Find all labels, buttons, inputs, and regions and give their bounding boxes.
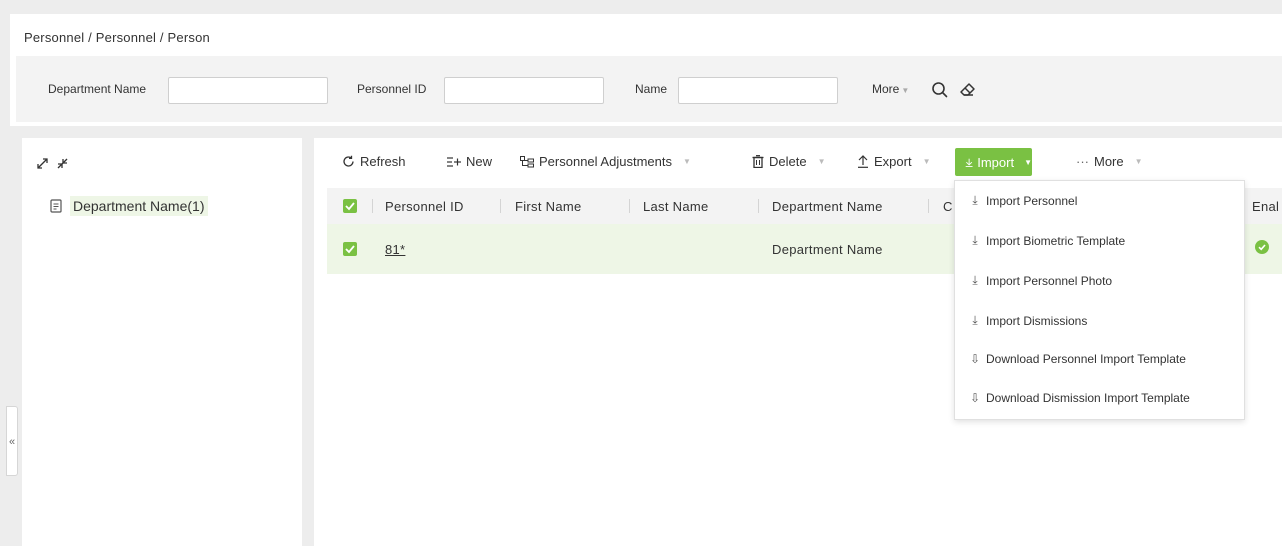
column-separator bbox=[758, 199, 759, 213]
menu-item-import-biometric-template[interactable]: ⤓ Import Biometric Template bbox=[969, 233, 1125, 248]
search-button[interactable] bbox=[928, 78, 952, 102]
name-label: Name bbox=[635, 82, 668, 96]
column-header-personnel-id[interactable]: Personnel ID bbox=[385, 199, 464, 214]
caret-down-icon: ▼ bbox=[901, 86, 910, 95]
expand-collapse-all[interactable] bbox=[34, 152, 74, 172]
personnel-id-link[interactable]: 81* bbox=[385, 242, 405, 257]
collapse-icon bbox=[57, 158, 68, 169]
hierarchy-icon bbox=[520, 155, 534, 167]
eraser-icon bbox=[960, 83, 975, 96]
row-checkbox[interactable] bbox=[343, 242, 357, 256]
new-button[interactable]: New bbox=[447, 154, 492, 169]
filter-bar: Department Name Personnel ID Name More ▼ bbox=[16, 56, 1282, 122]
name-input[interactable] bbox=[678, 77, 838, 104]
refresh-icon bbox=[343, 155, 354, 167]
column-header-first-name[interactable]: First Name bbox=[515, 199, 582, 214]
column-separator bbox=[629, 199, 630, 213]
menu-item-label: Import Dismissions bbox=[986, 313, 1088, 328]
caret-down-icon: ▼ bbox=[1134, 157, 1143, 166]
import-label: Import bbox=[977, 154, 1015, 170]
tree-item-department[interactable]: Department Name(1) bbox=[50, 196, 208, 216]
department-tree-panel: Department Name(1) bbox=[22, 138, 302, 546]
refresh-button[interactable]: Refresh bbox=[342, 154, 406, 169]
upload-icon bbox=[858, 155, 868, 168]
checkmark-icon bbox=[345, 202, 355, 211]
menu-item-label: Import Biometric Template bbox=[986, 233, 1126, 248]
double-chevron-left-icon: « bbox=[8, 436, 16, 448]
import-icon: ⤓ bbox=[972, 313, 978, 327]
check-circle-icon bbox=[1258, 244, 1266, 251]
download-icon: ⇩ bbox=[969, 391, 981, 405]
expand-icon bbox=[37, 158, 48, 169]
caret-down-icon: ▼ bbox=[922, 157, 931, 166]
caret-down-icon: ▼ bbox=[817, 157, 826, 166]
menu-item-label: Import Personnel Photo bbox=[986, 273, 1113, 288]
personnel-adjustments-button[interactable]: Personnel Adjustments ▼ bbox=[520, 154, 691, 169]
import-icon: ⤓ bbox=[972, 233, 978, 247]
caret-down-icon: ▼ bbox=[682, 157, 691, 166]
top-panel: Personnel / Personnel / Person Departmen… bbox=[10, 14, 1282, 126]
download-icon bbox=[965, 158, 973, 167]
download-icon: ⇩ bbox=[969, 352, 981, 366]
new-label: New bbox=[466, 154, 493, 169]
import-icon: ⤓ bbox=[972, 273, 978, 287]
column-separator bbox=[372, 199, 373, 213]
personnel-id-input[interactable] bbox=[444, 77, 604, 104]
personnel-id-label: Personnel ID bbox=[357, 82, 427, 96]
column-header-department-name[interactable]: Department Name bbox=[772, 199, 883, 214]
export-label: Export bbox=[874, 154, 912, 169]
add-list-icon bbox=[447, 156, 461, 167]
import-dropdown-menu: ⤓ Import Personnel ⤓ Import Biometric Te… bbox=[954, 180, 1245, 420]
menu-item-label: Download Dismission Import Template bbox=[986, 391, 1190, 405]
import-icon: ⤓ bbox=[972, 193, 978, 207]
menu-item-import-personnel[interactable]: ⤓ Import Personnel bbox=[969, 193, 1077, 208]
more-filters-label: More bbox=[872, 82, 900, 96]
column-header-enabled[interactable]: Enal bbox=[1252, 199, 1279, 214]
menu-item-download-personnel-template[interactable]: ⇩ Download Personnel Import Template bbox=[969, 352, 1186, 366]
more-actions-label: More bbox=[1094, 154, 1124, 169]
caret-down-icon: ▼ bbox=[1024, 157, 1032, 167]
export-button[interactable]: Export ▼ bbox=[857, 154, 931, 169]
menu-item-label: Import Personnel bbox=[986, 193, 1078, 208]
document-icon bbox=[50, 199, 62, 213]
delete-label: Delete bbox=[769, 154, 807, 169]
menu-item-import-dismissions[interactable]: ⤓ Import Dismissions bbox=[969, 313, 1087, 328]
checkmark-icon bbox=[345, 245, 355, 254]
department-name-label: Department Name bbox=[48, 82, 147, 96]
import-button[interactable]: Import ▼ bbox=[955, 148, 1032, 176]
delete-button[interactable]: Delete ▼ bbox=[752, 154, 826, 169]
select-all-checkbox[interactable] bbox=[343, 199, 357, 213]
refresh-label: Refresh bbox=[360, 154, 406, 169]
department-name-input[interactable] bbox=[168, 77, 328, 104]
search-icon bbox=[932, 82, 948, 98]
department-name-cell: Department Name bbox=[772, 242, 883, 257]
column-separator bbox=[928, 199, 929, 213]
clear-filters-button[interactable] bbox=[956, 78, 980, 102]
ellipsis-icon: ··· bbox=[1076, 154, 1089, 169]
trash-icon bbox=[752, 155, 764, 168]
breadcrumb: Personnel / Personnel / Person bbox=[24, 30, 210, 45]
menu-item-download-dismission-template[interactable]: ⇩ Download Dismission Import Template bbox=[969, 391, 1190, 405]
menu-item-label: Download Personnel Import Template bbox=[986, 352, 1186, 366]
column-separator bbox=[500, 199, 501, 213]
enabled-status-icon bbox=[1255, 240, 1269, 254]
column-header-last-name[interactable]: Last Name bbox=[643, 199, 709, 214]
column-header-partial[interactable]: C bbox=[943, 199, 953, 214]
personnel-adjustments-label: Personnel Adjustments bbox=[539, 154, 672, 169]
collapse-sidebar-button[interactable]: « bbox=[6, 406, 18, 476]
menu-item-import-personnel-photo[interactable]: ⤓ Import Personnel Photo bbox=[969, 273, 1112, 288]
more-actions-button[interactable]: ··· More ▼ bbox=[1076, 154, 1143, 169]
tree-item-label: Department Name(1) bbox=[70, 196, 208, 216]
more-filters-toggle[interactable]: More ▼ bbox=[872, 82, 909, 96]
